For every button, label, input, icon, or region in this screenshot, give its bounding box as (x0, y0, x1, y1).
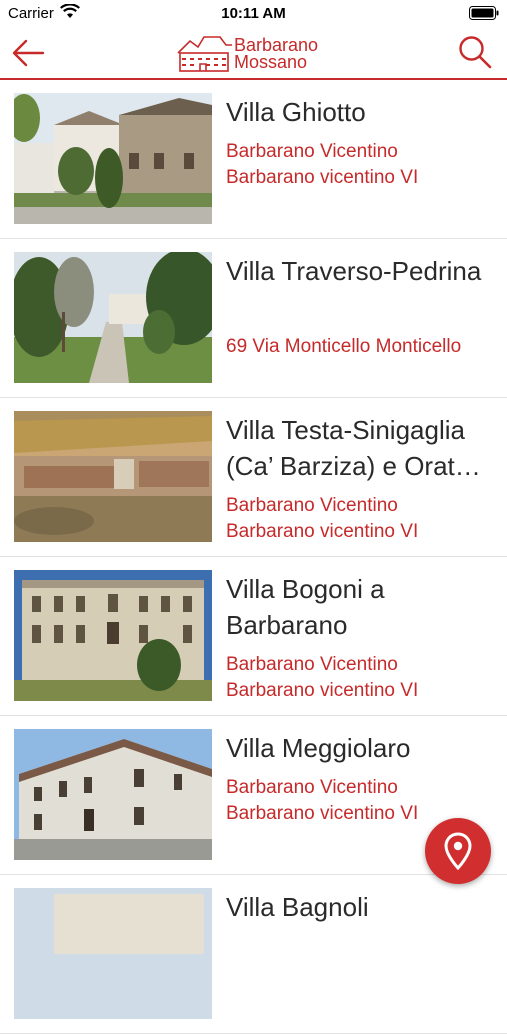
villa-list-item[interactable]: Villa Bagnoli (0, 875, 507, 1034)
logo-text: Barbarano Mossano (234, 36, 318, 72)
clock: 10:11 AM (221, 5, 286, 22)
villa-address-line-1: Barbarano Vicentino (226, 495, 398, 516)
search-icon (459, 36, 492, 69)
app-logo: Barbarano Mossano (176, 31, 336, 75)
villa-title: Villa Traverso-Pedrina (226, 256, 482, 286)
villa-photo (14, 93, 212, 224)
nav-bar: Barbarano Mossano (0, 28, 507, 80)
villa-list-item[interactable]: Villa Ghiotto Barbarano Vicentino Barbar… (0, 80, 507, 239)
villa-address-line-1: Barbarano Vicentino (226, 777, 398, 798)
arrow-left-icon (12, 39, 45, 67)
search-button[interactable] (457, 34, 493, 70)
villa-photo (14, 729, 212, 860)
villa-photo (14, 252, 212, 383)
villa-list-item[interactable]: Villa Traverso-Pedrina 69 Via Monticello… (0, 239, 507, 398)
villa-title: Villa Meggiolaro (226, 733, 411, 763)
villa-address-line-1: Barbarano Vicentino (226, 141, 398, 162)
villa-address-line-1: Barbarano Vicentino (226, 654, 398, 675)
villa-list: Villa Ghiotto Barbarano Vicentino Barbar… (0, 80, 507, 1034)
villa-address-line-2: Barbarano vicentino VI (226, 680, 419, 701)
villa-list-item[interactable]: Villa Testa-Sinigaglia (Ca’ Barziza) e O… (0, 398, 507, 557)
map-button[interactable] (425, 818, 491, 884)
villa-list-item[interactable]: Villa Bogoni a Barbarano Barbarano Vicen… (0, 557, 507, 716)
villa-title: Villa Ghiotto (226, 97, 366, 127)
battery-icon (469, 6, 499, 24)
villa-address-line-2: Barbarano vicentino VI (226, 167, 419, 188)
villa-photo (14, 570, 212, 701)
villa-title: Villa Testa-Sinigaglia (Ca’ Barziza) e O… (226, 415, 481, 481)
logo-line-2: Mossano (234, 52, 308, 72)
villa-address-line-2: Barbarano vicentino VI (226, 521, 419, 542)
villa-title: Villa Bagnoli (226, 892, 369, 922)
villa-logo-icon (177, 36, 232, 72)
back-button[interactable] (10, 36, 46, 70)
villa-title: Villa Bogoni a Barbarano (226, 574, 385, 640)
villa-photo (14, 411, 212, 542)
map-pin-icon (444, 832, 472, 870)
villa-address-line-1: 69 Via Monticello Monticello (226, 336, 462, 357)
villa-photo (14, 888, 212, 1019)
status-bar: Carrier 10:11 AM (0, 0, 507, 28)
